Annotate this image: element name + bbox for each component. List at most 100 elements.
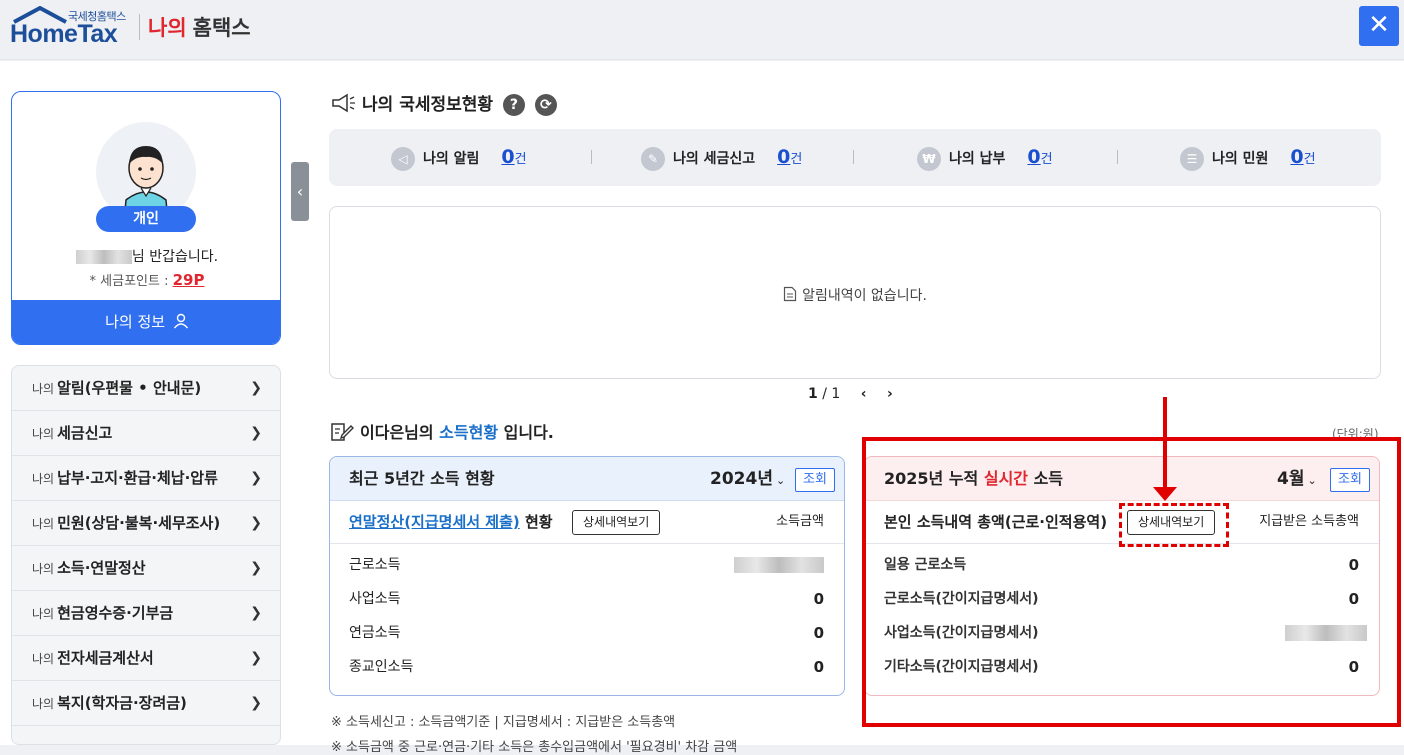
detail-view-button[interactable]: 상세내역보기 [572, 510, 661, 535]
chevron-down-icon: ❯ [250, 470, 262, 486]
income-row-label: 근로소득 [349, 557, 401, 573]
logo-title: HomeTax [10, 20, 118, 48]
menu-label: 소득·연말정산 [57, 559, 146, 577]
query-button[interactable]: 조회 [1330, 468, 1370, 492]
income-row: 기타소득(간이지급명세서) 0 [865, 650, 1379, 684]
summary-count[interactable]: 0 [501, 146, 514, 168]
profile-card: 개인 님 반갑습니다. * 세금포인트 : 29P 나의 정보 [11, 91, 281, 345]
side-menu: 나의 알림(우편물 • 안내문) ❯ 나의 세금신고 ❯ 나의 납부·고지·환급·체납·압… [11, 365, 281, 745]
income-row-label: 사업소득 [349, 591, 401, 607]
close-button[interactable]: ✕ [1359, 6, 1399, 46]
card-title: 2025년 누적 실시간 소득 [884, 457, 1063, 501]
card-title: 최근 5년간 소득 현황 [349, 469, 495, 488]
summary-unit: 건 [1040, 152, 1053, 167]
income-row-label: 종교인소득 [349, 659, 414, 675]
card-header: 최근 5년간 소득 현황 2024년 ⌄ 조회 [330, 457, 844, 501]
close-icon: ✕ [1368, 10, 1390, 40]
chevron-down-icon: ⌄ [1307, 474, 1317, 487]
summary-tax-filing[interactable]: ✎ 나의 세금신고 0건 [641, 129, 802, 186]
menu-label: 납부·고지·환급·체납·압류 [57, 469, 218, 487]
menu-label: 세금신고 [57, 424, 113, 442]
menu-item-income[interactable]: 나의 소득·연말정산 ❯ [12, 546, 280, 591]
menu-item-e-invoice[interactable]: 나의 전자세금계산서 ❯ [12, 636, 280, 681]
summary-payment[interactable]: ₩ 나의 납부 0건 [917, 129, 1053, 186]
summary-count[interactable]: 0 [777, 146, 790, 168]
summary-count[interactable]: 0 [1290, 146, 1303, 168]
person-icon [173, 313, 188, 329]
income-row-label: 일용 근로소득 [884, 557, 967, 573]
megaphone-icon [332, 93, 355, 113]
income-5year-card: 최근 5년간 소득 현황 2024년 ⌄ 조회 연말정산(지급명세서 제출) 현황… [329, 456, 845, 696]
chevron-down-icon: ❯ [250, 695, 262, 711]
summary-count[interactable]: 0 [1027, 146, 1040, 168]
query-button[interactable]: 조회 [795, 468, 835, 492]
card-subtitle: 본인 소득내역 총액(근로·인적용역) [884, 513, 1108, 531]
summary-divider [1117, 150, 1118, 164]
hometax-label: 홈택스 [192, 16, 251, 40]
greeting-text: 님 반갑습니다. [12, 246, 280, 266]
month-select[interactable]: 4월 ⌄ [1277, 457, 1317, 503]
summary-label: 나의 납부 [949, 151, 1006, 167]
card-subheader: 연말정산(지급명세서 제출) 현황 상세내역보기 소득금액 [330, 501, 844, 544]
income-row-label: 연금소득 [349, 625, 401, 641]
menu-prefix: 나의 [32, 697, 55, 711]
summary-civil-affairs[interactable]: ☰ 나의 민원 0건 [1180, 129, 1316, 186]
summary-unit: 건 [514, 152, 527, 167]
menu-item-cash-receipt[interactable]: 나의 현금영수증·기부금 ❯ [12, 591, 280, 636]
card-subtitle-post: 현황 [519, 513, 553, 531]
page-total: 1 [831, 386, 841, 402]
refresh-icon[interactable]: ⟳ [534, 94, 557, 116]
summary-label: 나의 알림 [423, 151, 480, 167]
summary-divider [853, 150, 854, 164]
income-row: 근로소득 [330, 548, 844, 582]
next-page-icon[interactable]: › [887, 386, 893, 402]
masked-name [75, 250, 132, 264]
hometax-logo[interactable]: 국세청홈택스 HomeTax [10, 6, 130, 50]
sidebar-collapse-toggle[interactable]: ‹ [291, 162, 309, 221]
menu-label: 현금영수증·기부금 [57, 604, 174, 622]
chevron-down-icon: ⌄ [775, 474, 786, 487]
year-end-settlement-link[interactable]: 연말정산(지급명세서 제출) [349, 513, 520, 531]
income-title-highlight: 소득현황 [439, 423, 499, 442]
document-icon [783, 286, 797, 302]
memo-pencil-icon [331, 423, 354, 441]
footnote-1: ※ 소득세신고 : 소득금액기준 | 지급명세서 : 지급받은 소득총액 [331, 715, 676, 730]
my-info-button[interactable]: 나의 정보 [12, 300, 280, 344]
income-row: 근로소득(간이지급명세서) 0 [865, 582, 1379, 616]
my-hometax-title: 나의 홈택스 [148, 12, 251, 42]
year-select[interactable]: 2024년 ⌄ [710, 457, 785, 503]
status-summary: ◁ 나의 알림 0건 ✎ 나의 세금신고 0건 ₩ 나의 납부 0건 ☰ 나의 민원 0건 [329, 129, 1381, 186]
prev-page-icon[interactable]: ‹ [861, 386, 867, 402]
income-row-value: 0 [813, 624, 824, 642]
income-row-label: 사업소득(간이지급명세서) [884, 625, 1039, 641]
annotation-arrow-head [1153, 487, 1177, 501]
clipboard-icon: ☰ [1180, 147, 1204, 171]
menu-label: 민원(상담·불복·세무조사) [57, 514, 221, 532]
card-header: 2025년 누적 실시간 소득 4월 ⌄ 조회 [865, 457, 1379, 501]
tax-status-text: 나의 국세정보현황 [362, 95, 494, 115]
income-row-value: 0 [813, 658, 824, 676]
income-row-value: 0 [1348, 590, 1359, 608]
help-icon[interactable]: ? [502, 94, 525, 116]
menu-item-payment[interactable]: 나의 납부·고지·환급·체납·압류 ❯ [12, 456, 280, 501]
menu-label: 전자세금계산서 [57, 649, 154, 667]
income-row-label: 근로소득(간이지급명세서) [884, 591, 1039, 607]
menu-item-tax-filing[interactable]: 나의 세금신고 ❯ [12, 411, 280, 456]
menu-item-civil-affairs[interactable]: 나의 민원(상담·불복·세무조사) ❯ [12, 501, 280, 546]
column-label: 지급받은 소득총액 [1259, 514, 1359, 529]
income-row-value: 0 [1348, 658, 1359, 676]
detail-view-button[interactable]: 상세내역보기 [1127, 510, 1216, 535]
income-title-pre: 이다은님의 [360, 423, 440, 442]
menu-item-welfare[interactable]: 나의 복지(학자금·장려금) ❯ [12, 681, 280, 726]
points-value[interactable]: 29P [173, 271, 205, 289]
card-title-realtime: 실시간 [983, 469, 1029, 488]
card-title-post: 소득 [1028, 469, 1064, 488]
menu-item-notifications[interactable]: 나의 알림(우편물 • 안내문) ❯ [12, 366, 280, 411]
income-row: 연금소득 0 [330, 616, 844, 650]
summary-notifications[interactable]: ◁ 나의 알림 0건 [391, 129, 527, 186]
masked-value [734, 557, 824, 573]
masked-value [1285, 625, 1367, 641]
chevron-down-icon: ❯ [250, 560, 262, 576]
income-row: 사업소득 0 [330, 582, 844, 616]
income-title-post: 입니다. [498, 423, 554, 442]
